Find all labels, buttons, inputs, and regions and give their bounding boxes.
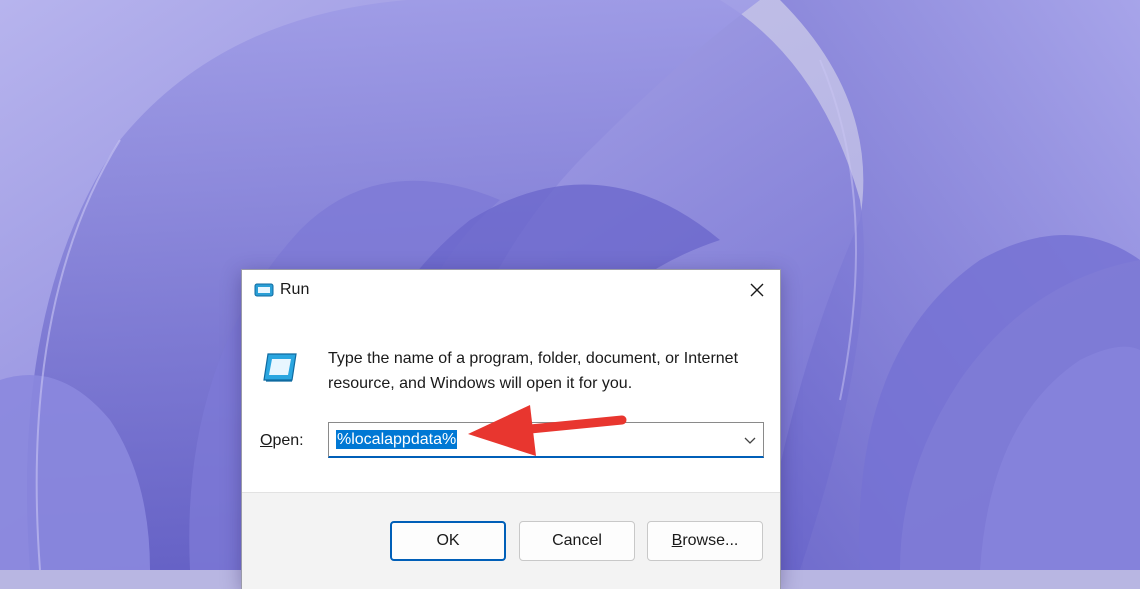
open-input-value[interactable]: %localappdata% (336, 430, 458, 449)
open-combobox[interactable]: %localappdata% (328, 422, 764, 458)
chevron-down-icon[interactable] (743, 433, 757, 447)
close-button[interactable] (734, 270, 780, 310)
open-label: Open: (260, 432, 304, 450)
run-app-icon (254, 282, 274, 298)
dialog-title: Run (280, 281, 310, 298)
open-label-accelerator: O (260, 432, 273, 449)
run-app-large-icon (260, 350, 300, 386)
open-label-rest: pen: (272, 432, 304, 449)
browse-accelerator: B (671, 532, 683, 549)
title-bar[interactable]: Run (242, 270, 780, 312)
browse-button[interactable]: Browse... (647, 521, 763, 561)
cancel-button[interactable]: Cancel (519, 521, 635, 561)
close-icon (750, 283, 764, 297)
ok-button[interactable]: OK (390, 521, 506, 561)
browse-label-rest: rowse... (682, 532, 739, 549)
run-dialog: Run Type the name of a program, folder, … (241, 269, 781, 589)
dialog-description: Type the name of a program, folder, docu… (328, 350, 739, 392)
dialog-footer: OK Cancel Browse... (242, 492, 780, 589)
